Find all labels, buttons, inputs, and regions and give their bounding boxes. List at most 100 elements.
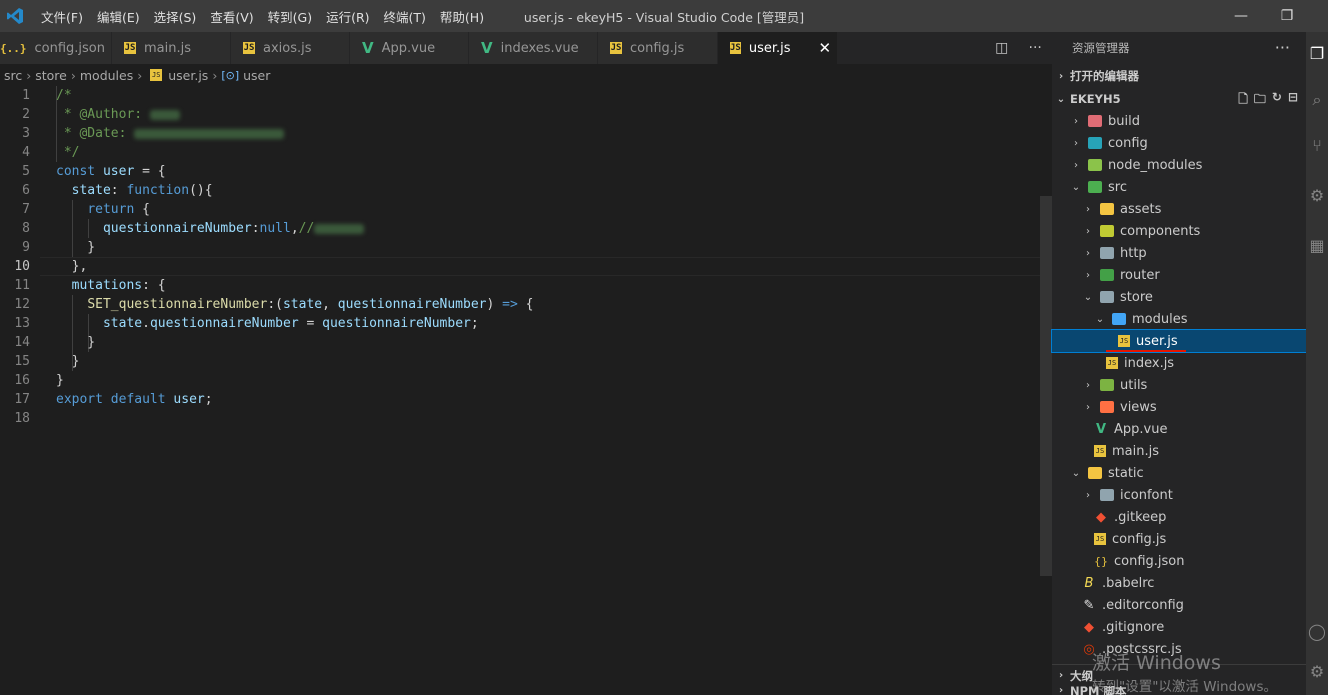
- menu-run[interactable]: 运行(R): [319, 7, 376, 26]
- chevron-down-icon: ⌄: [1083, 291, 1093, 303]
- tree-item[interactable]: › config: [1052, 132, 1306, 154]
- tab-config-json[interactable]: {..} config.json: [0, 32, 112, 64]
- tree-item[interactable]: JS user.js: [1051, 329, 1307, 353]
- tab-indexes-vue[interactable]: Vindexes.vue: [469, 32, 598, 64]
- comment-text: * @Date:: [56, 126, 135, 141]
- folder-icon: [1100, 291, 1114, 303]
- settings-gear-icon[interactable]: ⚙: [1306, 662, 1328, 681]
- folder-icon: [1100, 225, 1114, 237]
- tree-item[interactable]: › views: [1052, 396, 1306, 418]
- menu-edit[interactable]: 编辑(E): [90, 7, 147, 26]
- tree-item[interactable]: V App.vue: [1052, 418, 1306, 440]
- line-number: 9: [22, 240, 30, 255]
- breadcrumb-item[interactable]: user.js: [168, 68, 208, 83]
- scrollbar-thumb[interactable]: [1040, 196, 1052, 576]
- menu-go[interactable]: 转到(G): [261, 7, 319, 26]
- npm-scripts-section[interactable]: › NPM 脚本: [1052, 686, 1306, 695]
- folder-icon: [1088, 159, 1102, 171]
- tree-item[interactable]: ◆ .gitignore: [1052, 616, 1306, 638]
- open-editors-section[interactable]: › 打开的编辑器: [1052, 65, 1306, 87]
- menu-selection[interactable]: 选择(S): [147, 7, 204, 26]
- tab-label: config.js: [630, 40, 685, 56]
- tree-item[interactable]: › assets: [1052, 198, 1306, 220]
- restore-button[interactable]: ❐: [1264, 0, 1310, 32]
- json-icon: {..}: [0, 41, 27, 55]
- code-line: state.questionnaireNumber = questionnair…: [102, 316, 479, 331]
- tree-item[interactable]: › iconfont: [1052, 484, 1306, 506]
- menu-view[interactable]: 查看(V): [203, 7, 260, 26]
- chevron-right-icon: ›: [70, 67, 76, 83]
- breadcrumb-item[interactable]: store: [35, 68, 67, 83]
- source-control-icon[interactable]: ⑂: [1306, 136, 1328, 155]
- refresh-icon[interactable]: ↻: [1272, 90, 1282, 111]
- account-icon[interactable]: ◯: [1306, 622, 1328, 641]
- line-number: 13: [14, 316, 30, 331]
- tab-label: axios.js: [263, 40, 312, 56]
- close-icon[interactable]: ✕: [819, 39, 832, 57]
- chevron-down-icon: ⌄: [1071, 467, 1081, 479]
- tree-item[interactable]: › node_modules: [1052, 154, 1306, 176]
- tree-item[interactable]: ⌄ modules: [1052, 308, 1306, 330]
- tree-item[interactable]: {} config.json: [1052, 550, 1306, 572]
- tree-item-label: http: [1120, 245, 1147, 261]
- chevron-right-icon: ›: [1058, 70, 1064, 82]
- tree-item[interactable]: ⌄ src: [1052, 176, 1306, 198]
- more-actions-icon[interactable]: ···: [1275, 38, 1290, 57]
- menu-terminal[interactable]: 终端(T): [377, 7, 433, 26]
- menu-help[interactable]: 帮助(H): [433, 7, 491, 26]
- outline-section[interactable]: › 大纲: [1052, 664, 1306, 686]
- menu-file[interactable]: 文件(F): [34, 7, 90, 26]
- more-actions-icon[interactable]: ···: [1029, 40, 1042, 56]
- tree-item[interactable]: ✎ .editorconfig: [1052, 594, 1306, 616]
- activity-bar: ❐ ⌕ ⑂ ⚙ ▦ ◯ ⚙: [1306, 32, 1328, 695]
- tab-main-js[interactable]: JS main.js: [112, 32, 231, 64]
- tree-item[interactable]: › build: [1052, 110, 1306, 132]
- tab-config-js[interactable]: JS config.js: [598, 32, 718, 64]
- chevron-right-icon: ›: [1058, 686, 1064, 695]
- new-folder-icon[interactable]: 🗀: [1254, 90, 1266, 111]
- tree-item[interactable]: JS config.js: [1052, 528, 1306, 550]
- explorer-icon[interactable]: ❐: [1306, 44, 1328, 63]
- tree-item[interactable]: JS main.js: [1052, 440, 1306, 462]
- breadcrumb-item[interactable]: src: [4, 68, 22, 83]
- collapse-all-icon[interactable]: ⊟: [1288, 90, 1298, 111]
- minimize-button[interactable]: —: [1218, 0, 1264, 32]
- vue-icon: V: [481, 39, 493, 57]
- breadcrumb-item[interactable]: user: [243, 68, 270, 83]
- vscode-logo-icon[interactable]: [4, 5, 26, 27]
- code-line: return {: [87, 202, 150, 217]
- breadcrumb-item[interactable]: modules: [80, 68, 133, 83]
- tree-item-label: static: [1108, 465, 1144, 481]
- project-section[interactable]: ⌄ EKEYH5 🗋 🗀 ↻ ⊟: [1052, 88, 1306, 110]
- tree-item[interactable]: › utils: [1052, 374, 1306, 396]
- search-icon[interactable]: ⌕: [1306, 90, 1328, 110]
- tab-user-js[interactable]: JS user.js ✕: [718, 32, 838, 64]
- git-icon: ◆: [1084, 619, 1094, 635]
- chevron-right-icon: ›: [26, 67, 32, 83]
- tree-item[interactable]: › http: [1052, 242, 1306, 264]
- js-icon: JS: [124, 42, 136, 54]
- explorer-sidebar: 资源管理器 ··· › 打开的编辑器 ⌄ EKEYH5 🗋 🗀 ↻ ⊟ › build…: [1051, 32, 1307, 695]
- tree-item[interactable]: ◎ .postcssrc.js: [1052, 638, 1306, 660]
- editor-scrollbar[interactable]: [1040, 86, 1052, 695]
- tree-item[interactable]: › router: [1052, 264, 1306, 286]
- extensions-icon[interactable]: ▦: [1306, 236, 1328, 255]
- tree-item[interactable]: JS index.js: [1052, 352, 1306, 374]
- tree-item[interactable]: B .babelrc: [1052, 572, 1306, 594]
- tree-item[interactable]: ⌄ store: [1052, 286, 1306, 308]
- code-editor[interactable]: 1 /* 2 * @Author: 3 * @Date: 4 */ 5 const …: [0, 86, 1040, 695]
- breadcrumb: src › store › modules › JS user.js › [⊙] use…: [0, 64, 1052, 86]
- chevron-right-icon: ›: [1058, 670, 1064, 681]
- code-line: },: [56, 259, 88, 274]
- tab-app-vue[interactable]: V App.vue: [350, 32, 469, 64]
- tree-item[interactable]: ⌄ static: [1052, 462, 1306, 484]
- split-editor-icon[interactable]: ◫: [995, 40, 1008, 56]
- tree-item[interactable]: ◆ .gitkeep: [1052, 506, 1306, 528]
- tree-item-label: index.js: [1124, 355, 1175, 371]
- comment-text: * @Author:: [56, 107, 150, 122]
- tab-axios-js[interactable]: JS axios.js: [231, 32, 350, 64]
- tree-item[interactable]: › components: [1052, 220, 1306, 242]
- debug-icon[interactable]: ⚙: [1306, 186, 1328, 205]
- new-file-icon[interactable]: 🗋: [1238, 90, 1248, 111]
- chevron-right-icon: ›: [1074, 115, 1078, 127]
